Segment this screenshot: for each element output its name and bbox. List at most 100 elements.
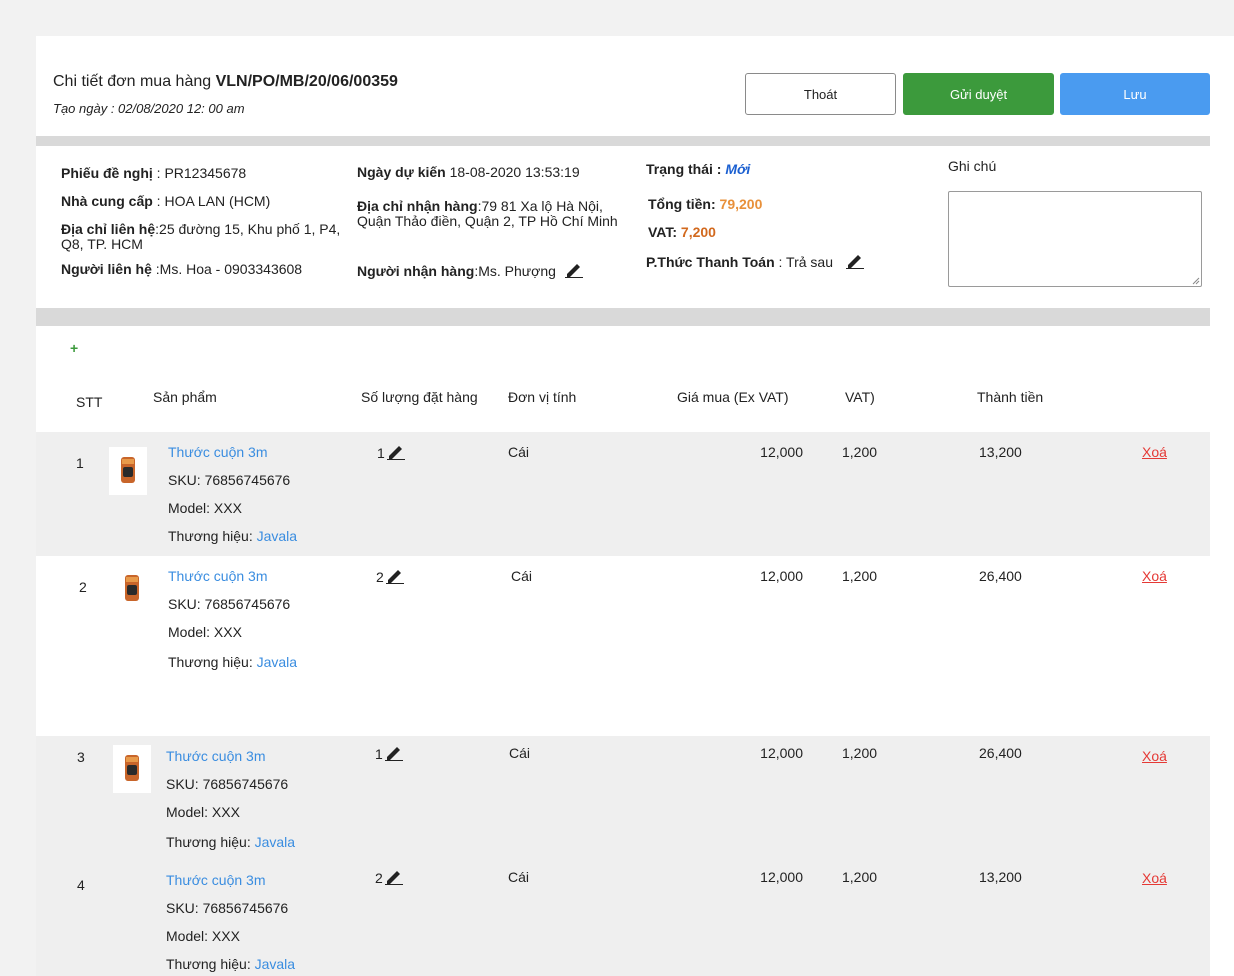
- receiver-value: :Ms. Phượng: [474, 263, 556, 279]
- qty-value: 1: [375, 746, 383, 762]
- edit-qty-icon[interactable]: [384, 869, 404, 885]
- expected-date-label: Ngày dự kiến: [357, 164, 446, 180]
- created-date: Tạo ngày : 02/08/2020 12: 00 am: [53, 101, 245, 116]
- row-total: 26,400: [979, 745, 1022, 761]
- order-items-table: + STT Sản phẩm Số lượng đặt hàng Đơn vị …: [36, 326, 1210, 976]
- header-qty: Số lượng đặt hàng: [361, 389, 478, 405]
- receiver-label: Người nhận hàng: [357, 263, 475, 279]
- delivery-address-field: Địa chỉ nhận hàng:79 81 Xa lộ Hà Nội, Qu…: [357, 199, 629, 229]
- product-sku: SKU: 76856745676: [168, 472, 291, 488]
- contact-person-label: Người liên hệ: [61, 261, 152, 277]
- row-total: 26,400: [979, 568, 1022, 584]
- product-brand: Thương hiệu: Javala: [166, 950, 295, 976]
- status-field: Trạng thái : Mới: [646, 162, 750, 177]
- vat-value: 7,200: [680, 224, 716, 240]
- product-name-link[interactable]: Thước cuộn 3m: [166, 742, 295, 770]
- row-unit: Cái: [511, 568, 533, 584]
- vat-label: VAT:: [648, 224, 681, 240]
- product-brand: Thương hiệu: Javala: [168, 522, 297, 550]
- table-row: 2 Thước cuộn 3m SKU: 76856745676 Model: …: [36, 556, 1210, 700]
- po-number: VLN/PO/MB/20/06/00359: [215, 73, 398, 90]
- title-prefix: Chi tiết đơn mua hàng: [53, 73, 216, 90]
- request-value: : PR12345678: [152, 165, 247, 181]
- edit-qty-icon[interactable]: [384, 745, 404, 761]
- delete-row-button[interactable]: Xoá: [1142, 748, 1167, 764]
- edit-qty-icon[interactable]: [385, 568, 405, 584]
- product-brand: Thương hiệu: Javala: [168, 648, 297, 676]
- product-sku: SKU: 76856745676: [168, 596, 291, 612]
- supplier-label: Nhà cung cấp: [61, 193, 153, 209]
- product-model: Model: XXX: [168, 624, 242, 640]
- product-thumbnail[interactable]: [113, 565, 151, 613]
- order-header: Chi tiết đơn mua hàng VLN/PO/MB/20/06/00…: [36, 36, 1234, 136]
- product-info: Thước cuộn 3m SKU: 76856745676 Model: XX…: [168, 562, 297, 676]
- payment-label: P.Thức Thanh Toán: [646, 254, 775, 270]
- contact-person-value: :Ms. Hoa - 0903343608: [151, 261, 303, 277]
- product-name-link[interactable]: Thước cuộn 3m: [168, 438, 297, 466]
- row-unit: Cái: [509, 745, 531, 761]
- brand-link[interactable]: Javala: [257, 528, 297, 544]
- product-brand: Thương hiệu: Javala: [166, 828, 295, 856]
- brand-label: Thương hiệu:: [168, 528, 257, 544]
- row-vat: 1,200: [842, 869, 878, 885]
- product-name-link[interactable]: Thước cuộn 3m: [166, 866, 295, 894]
- row-stt: 3: [77, 749, 85, 765]
- qty-value: 1: [377, 445, 385, 461]
- delivery-address-label: Địa chỉ nhận hàng: [357, 198, 478, 214]
- edit-qty-icon[interactable]: [386, 444, 406, 460]
- row-vat: 1,200: [842, 444, 878, 460]
- brand-link[interactable]: Javala: [257, 654, 297, 670]
- table-row: 3 Thước cuộn 3m SKU: 76856745676 Model: …: [36, 736, 1210, 860]
- status-label: Trạng thái :: [646, 161, 726, 177]
- supplier-value: : HOA LAN (HCM): [152, 193, 271, 209]
- add-item-button[interactable]: +: [70, 340, 78, 356]
- product-thumbnail[interactable]: [109, 447, 147, 495]
- table-row: 1 Thước cuộn 3m SKU: 76856745676 Model: …: [36, 432, 1210, 556]
- delete-row-button[interactable]: Xoá: [1142, 444, 1167, 460]
- contact-person-field: Người liên hệ :Ms. Hoa - 0903343608: [61, 262, 302, 277]
- delete-row-button[interactable]: Xoá: [1142, 870, 1167, 886]
- exit-button[interactable]: Thoát: [745, 73, 896, 115]
- delete-row-button[interactable]: Xoá: [1142, 568, 1167, 584]
- brand-link[interactable]: Javala: [255, 834, 295, 850]
- status-badge: Mới: [725, 161, 751, 177]
- product-model: Model: XXX: [168, 500, 242, 516]
- request-label: Phiếu đề nghị: [61, 165, 153, 181]
- notes-label: Ghi chú: [948, 158, 997, 174]
- edit-payment-icon[interactable]: [845, 253, 865, 269]
- row-unit: Cái: [508, 444, 530, 460]
- row-qty: 2: [376, 568, 405, 585]
- row-unit: Cái: [508, 869, 530, 885]
- edit-receiver-icon[interactable]: [564, 262, 584, 278]
- product-thumbnail[interactable]: [113, 745, 151, 793]
- row-stt: 2: [79, 579, 87, 595]
- expected-date-value: 18-08-2020 13:53:19: [445, 164, 580, 180]
- brand-link[interactable]: Javala: [255, 956, 295, 972]
- resize-grip-icon[interactable]: [1192, 277, 1200, 285]
- save-button[interactable]: Lưu: [1060, 73, 1210, 115]
- header-total: Thành tiền: [977, 389, 1044, 405]
- product-name-link[interactable]: Thước cuộn 3m: [168, 562, 297, 590]
- page-top-strip: [0, 0, 1234, 36]
- brand-label: Thương hiệu:: [166, 834, 255, 850]
- total-label: Tổng tiền:: [648, 196, 720, 212]
- page-title: Chi tiết đơn mua hàng VLN/PO/MB/20/06/00…: [53, 73, 398, 91]
- row-vat: 1,200: [842, 568, 878, 584]
- header-stt: STT: [76, 394, 103, 410]
- order-info-panel: Phiếu đề nghị : PR12345678 Nhà cung cấp …: [36, 146, 1210, 308]
- product-info: Thước cuộn 3m SKU: 76856745676 Model: XX…: [168, 438, 297, 550]
- row-total: 13,200: [979, 869, 1022, 885]
- contact-address-label: Địa chỉ liên hệ: [61, 221, 156, 237]
- row-qty: 2: [375, 869, 404, 886]
- header-product: Sản phẩm: [153, 389, 217, 405]
- row-price: 12,000: [760, 745, 803, 761]
- send-approval-button[interactable]: Gửi duyệt: [903, 73, 1054, 115]
- product-info: Thước cuộn 3m SKU: 76856745676 Model: XX…: [166, 866, 295, 976]
- qty-value: 2: [375, 870, 383, 886]
- supplier-field: Nhà cung cấp : HOA LAN (HCM): [61, 194, 270, 209]
- header-unit: Đơn vị tính: [508, 389, 577, 405]
- notes-textarea[interactable]: [948, 191, 1202, 287]
- row-qty: 1: [377, 444, 406, 461]
- product-model: Model: XXX: [166, 928, 240, 944]
- product-sku: SKU: 76856745676: [166, 900, 289, 916]
